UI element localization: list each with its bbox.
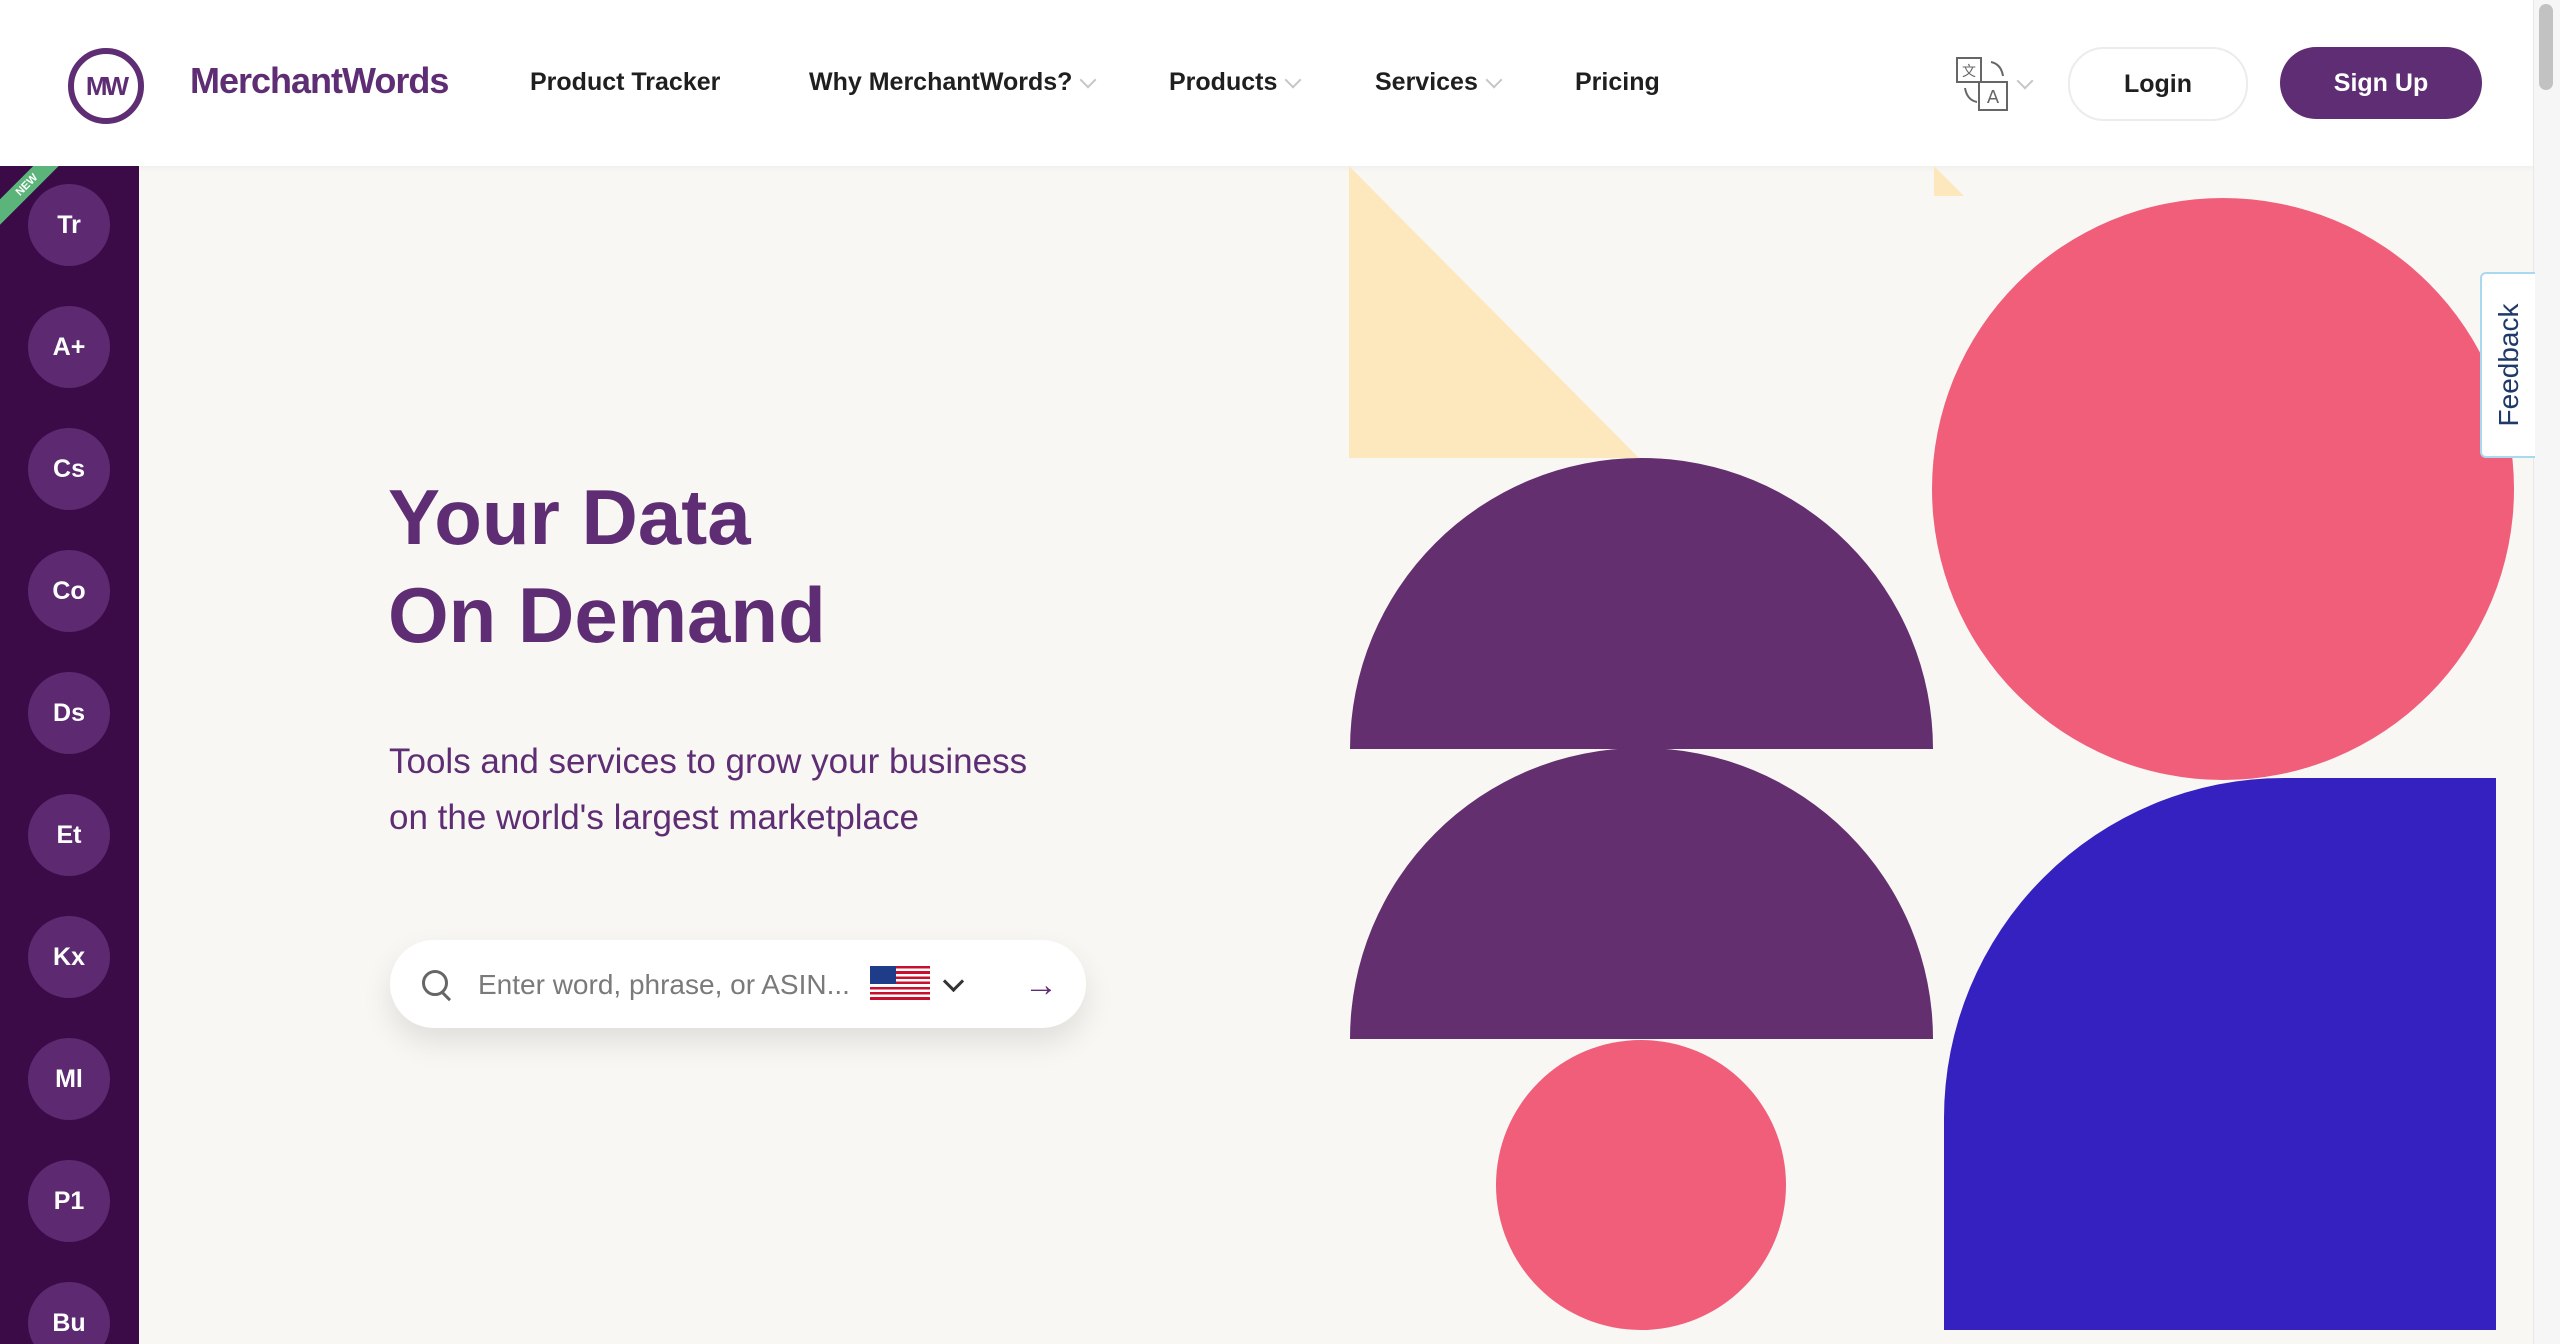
translate-icon: 文 A [1956, 57, 2008, 111]
nav-product-tracker[interactable]: Product Tracker [530, 68, 720, 97]
tool-bu[interactable]: Bu [28, 1282, 110, 1344]
nav-label: Pricing [1575, 68, 1660, 96]
svg-text:文: 文 [1962, 64, 1976, 80]
hero-title: Your Data On Demand [388, 468, 826, 664]
chevron-down-icon [1485, 71, 1503, 88]
signup-button[interactable]: Sign Up [2280, 47, 2482, 119]
country-dropdown-chevron-icon[interactable] [942, 970, 965, 993]
nav-label: Products [1169, 68, 1278, 96]
hero-subtitle: Tools and services to grow your business… [389, 734, 1089, 846]
page-scrollbar[interactable] [2533, 0, 2560, 1344]
us-flag-icon[interactable] [870, 966, 930, 1000]
keyword-search-bar: → [390, 940, 1086, 1028]
nav-pricing[interactable]: Pricing [1575, 68, 1660, 97]
nav-services[interactable]: Services [1375, 68, 1503, 97]
tool-kx[interactable]: Kx [28, 916, 110, 998]
nav-products[interactable]: Products [1169, 68, 1302, 97]
tools-sidebar: NEW Tr A+ Cs Co Ds Et Kx Ml P1 Bu [0, 166, 139, 1344]
nav-label: Services [1375, 68, 1478, 96]
tool-tr[interactable]: Tr [28, 184, 110, 266]
tool-et[interactable]: Et [28, 794, 110, 876]
feedback-label: Feedback [2492, 303, 2524, 427]
flag-canton [870, 966, 896, 984]
nav-label: Why MerchantWords? [809, 68, 1073, 96]
tool-cs[interactable]: Cs [28, 428, 110, 510]
decorative-purple-semicircle-bottom [1350, 748, 1933, 1039]
search-input[interactable] [476, 958, 860, 1012]
login-button[interactable]: Login [2068, 47, 2248, 121]
language-selector[interactable]: 文 A [1955, 56, 2035, 112]
decorative-small-yellow-triangle [1934, 166, 1964, 196]
scrollbar-thumb[interactable] [2539, 4, 2553, 90]
tool-a-plus[interactable]: A+ [28, 306, 110, 388]
brand-name[interactable]: MerchantWords [190, 60, 449, 102]
decorative-coral-circle-small [1496, 1040, 1786, 1330]
decorative-purple-semicircle-top [1350, 458, 1933, 749]
decorative-yellow-triangle [1349, 166, 1639, 458]
site-header: MW MerchantWords Product Tracker Why Mer… [0, 0, 2533, 166]
hero-subtitle-line-2: on the world's largest marketplace [389, 798, 919, 837]
svg-text:A: A [1987, 87, 2000, 108]
nav-why-merchantwords[interactable]: Why MerchantWords? [809, 68, 1097, 97]
search-icon [422, 970, 448, 996]
tool-ml[interactable]: Ml [28, 1038, 110, 1120]
chevron-down-icon [1079, 71, 1097, 88]
chevron-down-icon [2016, 72, 2034, 90]
nav-label: Product Tracker [530, 68, 721, 96]
hero-title-line-2: On Demand [388, 571, 826, 659]
chevron-down-icon [1284, 71, 1302, 88]
tool-ds[interactable]: Ds [28, 672, 110, 754]
search-submit-arrow-icon[interactable]: → [1024, 966, 1058, 1005]
hero-subtitle-line-1: Tools and services to grow your business [389, 742, 1028, 781]
tool-p1[interactable]: P1 [28, 1160, 110, 1242]
merchantwords-logo-icon[interactable]: MW [68, 48, 144, 124]
hero-title-line-1: Your Data [388, 473, 751, 561]
decorative-coral-circle-large [1932, 198, 2514, 780]
tool-co[interactable]: Co [28, 550, 110, 632]
feedback-tab[interactable]: Feedback [2480, 272, 2535, 458]
decorative-blue-quarter-shape [1944, 778, 2496, 1330]
